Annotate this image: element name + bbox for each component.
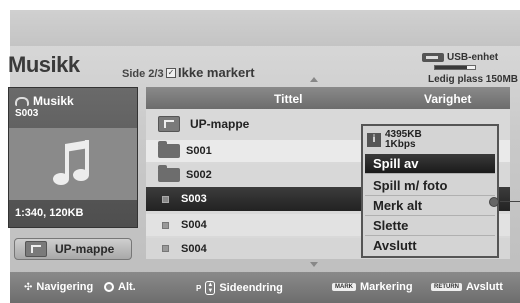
mark-key: MARK bbox=[332, 283, 356, 291]
info-icon: i bbox=[367, 133, 381, 147]
menu-item-play-with-photo[interactable]: Spill m/ foto bbox=[365, 176, 495, 196]
page-title: Musikk bbox=[8, 52, 80, 77]
preview-info: 1:340, 120KB bbox=[15, 207, 84, 219]
return-key: RETURN bbox=[431, 283, 462, 291]
popup-file-info: i 4395KB 1Kbps bbox=[367, 130, 422, 150]
footer-mark: MARK Markering bbox=[332, 281, 413, 293]
list-item-label: S002 bbox=[186, 169, 212, 181]
storage-usage-bar bbox=[434, 65, 476, 70]
list-item-label: S004 bbox=[181, 219, 207, 231]
page-key-label: P bbox=[196, 283, 202, 293]
up-folder-button-label: UP-mappe bbox=[55, 242, 115, 256]
footer-bar: ✣ Navigering Alt. P ▲ ▼ Sideendring MARK … bbox=[10, 272, 520, 303]
top-band bbox=[10, 10, 520, 46]
column-duration: Varighet bbox=[424, 92, 472, 106]
preview-header: Musikk bbox=[15, 94, 74, 108]
menu-item-exit[interactable]: Avslutt bbox=[365, 236, 495, 256]
menu-item-mark-all[interactable]: Merk alt bbox=[365, 196, 495, 216]
navigation-icon: ✣ bbox=[24, 281, 33, 293]
page-indicator: Side 2/3 bbox=[122, 68, 164, 80]
usb-icon bbox=[422, 53, 444, 62]
headphones-icon bbox=[15, 96, 29, 106]
column-title: Tittel bbox=[274, 92, 303, 106]
preview-panel: Musikk S003 1:340, 120KB bbox=[8, 87, 138, 228]
callout-dot bbox=[489, 197, 499, 207]
list-header: Tittel Varighet bbox=[146, 87, 510, 109]
footer-mark-label: Markering bbox=[360, 281, 413, 293]
mark-status-label: Ikke markert bbox=[178, 65, 255, 80]
up-folder-icon bbox=[25, 241, 47, 257]
page-updown-icon: ▲ ▼ bbox=[205, 281, 216, 295]
footer-page-change: P ▲ ▼ Sideendring bbox=[196, 281, 283, 295]
file-marker-icon bbox=[162, 195, 169, 203]
preview-category: Musikk bbox=[33, 94, 74, 108]
usb-device-name: USB-enhet bbox=[447, 52, 499, 63]
storage-usage-fill bbox=[435, 66, 467, 69]
folder-icon bbox=[158, 141, 180, 158]
menu-item-play[interactable]: Spill av bbox=[365, 154, 495, 174]
ok-icon bbox=[104, 282, 114, 292]
list-item-label: S001 bbox=[186, 145, 212, 157]
up-folder-button[interactable]: UP-mappe bbox=[14, 238, 132, 260]
callout-line bbox=[500, 201, 520, 202]
music-note-icon bbox=[53, 140, 89, 185]
footer-navigation-label: Navigering bbox=[36, 281, 94, 293]
file-marker-icon bbox=[162, 221, 169, 229]
footer-page-change-label: Sideendring bbox=[219, 282, 283, 294]
popup-bitrate: 1Kbps bbox=[385, 139, 416, 150]
scroll-up-arrow-icon[interactable] bbox=[310, 77, 318, 82]
footer-exit-label: Avslutt bbox=[466, 281, 503, 293]
list-item-label: S004 bbox=[181, 242, 207, 255]
usb-device-label: USB-enhet bbox=[422, 52, 498, 63]
preview-thumbnail bbox=[9, 128, 137, 200]
folder-icon bbox=[158, 165, 180, 182]
footer-options-label: Alt. bbox=[118, 281, 136, 293]
up-folder-icon bbox=[158, 116, 180, 132]
file-marker-icon bbox=[162, 245, 169, 252]
menu-item-delete[interactable]: Slette bbox=[365, 216, 495, 236]
list-item-label: S003 bbox=[181, 193, 207, 205]
footer-exit: RETURN Avslutt bbox=[431, 281, 503, 293]
footer-options: Alt. bbox=[104, 281, 136, 293]
preview-file-name: S003 bbox=[15, 108, 39, 119]
scroll-down-arrow-icon[interactable] bbox=[310, 262, 318, 267]
mark-status: ✓ Ikke markert bbox=[166, 65, 255, 80]
checkbox-icon: ✓ bbox=[166, 67, 176, 78]
context-menu: i 4395KB 1Kbps Spill av Spill m/ foto Me… bbox=[361, 124, 499, 258]
list-item-label: UP-mappe bbox=[190, 117, 250, 131]
free-space: Ledig plass 150MB bbox=[428, 74, 519, 85]
footer-navigation: ✣ Navigering bbox=[24, 281, 93, 293]
